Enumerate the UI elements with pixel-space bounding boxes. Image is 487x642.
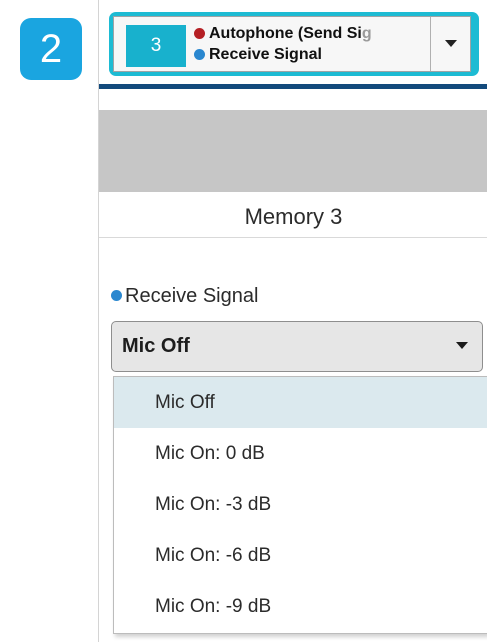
screenshot-root: 2 3 Autophone (Send Sig Receive Signal M…: [0, 0, 487, 642]
memory-selector-box[interactable]: 3 Autophone (Send Sig Receive Signal: [113, 16, 471, 72]
signal-label-autophone: Autophone (Send Si: [209, 25, 362, 42]
gray-band: [99, 110, 487, 192]
option-mic-on-minus-9db[interactable]: Mic On: -9 dB: [114, 581, 487, 632]
signal-row-receive: Receive Signal: [194, 44, 426, 65]
memory-signal-summary: Autophone (Send Sig Receive Signal: [194, 23, 426, 67]
chevron-down-icon: [456, 342, 468, 349]
option-mic-on-minus-6db[interactable]: Mic On: -6 dB: [114, 530, 487, 581]
signal-label-truncated-tail: g: [361, 25, 372, 42]
option-mic-off[interactable]: Mic Off: [114, 377, 487, 428]
receive-signal-select[interactable]: Mic Off: [111, 321, 483, 372]
receive-signal-label-text: Receive Signal: [125, 285, 259, 307]
option-mic-on-minus-3db[interactable]: Mic On: -3 dB: [114, 479, 487, 530]
option-mic-on-0db[interactable]: Mic On: 0 dB: [114, 428, 487, 479]
header-divider: [99, 84, 487, 89]
blue-dot-icon: [111, 290, 122, 301]
memory-panel: 3 Autophone (Send Sig Receive Signal Mem…: [98, 0, 487, 642]
memory-title: Memory 3: [244, 204, 343, 229]
red-dot-icon: [194, 28, 205, 39]
receive-signal-options: Mic Off Mic On: 0 dB Mic On: -3 dB Mic O…: [113, 376, 487, 634]
memory-dropdown-button[interactable]: [430, 17, 470, 71]
signal-label-receive: Receive Signal: [209, 46, 322, 63]
receive-signal-selected-value: Mic Off: [122, 335, 190, 357]
receive-signal-label: Receive Signal: [111, 282, 258, 310]
chevron-down-icon: [445, 40, 457, 47]
memory-selector[interactable]: 3 Autophone (Send Sig Receive Signal: [109, 12, 479, 76]
signal-row-autophone: Autophone (Send Sig: [194, 23, 426, 44]
step-badge: 2: [20, 18, 82, 80]
memory-number-badge: 3: [126, 25, 186, 67]
title-divider: [99, 237, 487, 238]
blue-dot-icon: [194, 49, 205, 60]
